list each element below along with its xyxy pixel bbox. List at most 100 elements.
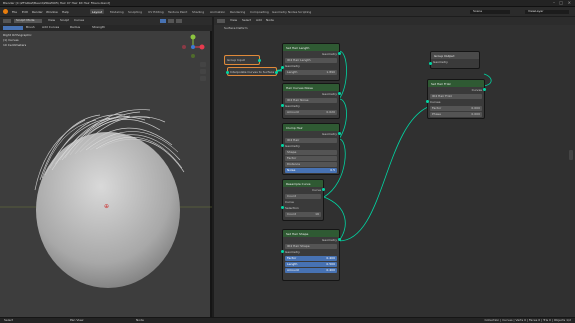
frizz-factor-field[interactable]: Factor 0.000 <box>430 106 482 111</box>
socket-out[interactable] <box>338 238 341 241</box>
noise-value: 0.5 <box>330 168 335 172</box>
socket-in[interactable] <box>281 104 284 107</box>
node-header[interactable]: Resample Curve <box>283 180 323 187</box>
distance-field[interactable]: Distance <box>285 162 337 167</box>
menu-help[interactable]: Help <box>62 10 69 14</box>
count-field[interactable]: Count 16 <box>285 212 321 217</box>
socket-in[interactable] <box>281 66 284 69</box>
scene-selector[interactable]: Scene <box>470 10 510 14</box>
socket-out[interactable] <box>338 132 341 135</box>
status-pan: Pan View <box>70 319 84 322</box>
menu-view[interactable]: View <box>48 19 55 22</box>
socket-out[interactable] <box>338 52 341 55</box>
view-name: Right Orthographic <box>3 34 32 37</box>
mode-selector[interactable]: Count <box>285 194 321 199</box>
socket-out[interactable] <box>258 59 261 62</box>
shape-field[interactable]: Shape <box>285 150 337 155</box>
tab-shading[interactable]: Shading <box>190 9 206 14</box>
tab-geometry-nodes[interactable]: Geometry Nodes <box>270 9 299 14</box>
socket-in[interactable] <box>429 62 432 65</box>
node-set-hair-frizz[interactable]: Set Hair Frizz Curves ID4 Hair Frizz Cur… <box>426 79 486 119</box>
menu-edit[interactable]: Edit <box>22 10 28 14</box>
node-clump-hair[interactable]: Clump Hair Geometry ID4 Hair Geometry Sh… <box>281 123 341 175</box>
node-header[interactable]: Group Output <box>431 52 479 59</box>
tab-scripting[interactable]: Scripting <box>296 9 313 14</box>
menu-render[interactable]: Render <box>32 10 43 14</box>
tab-sculpting[interactable]: Sculpting <box>126 9 144 14</box>
socket-in[interactable] <box>281 144 284 147</box>
node-interpolate[interactable]: Interpolate Curves to Surface <box>226 67 278 76</box>
amount-value: 0.020 <box>326 110 335 114</box>
factor-field[interactable]: Factor <box>285 156 337 161</box>
group-input-label: Group Input <box>227 58 245 62</box>
maximize-icon[interactable]: □ <box>559 1 563 5</box>
amount-field[interactable]: Amount 0.020 <box>285 110 337 115</box>
shape-length-field[interactable]: Length 0.500 <box>285 262 337 267</box>
socket-out[interactable] <box>338 92 341 95</box>
tab-compositing[interactable]: Compositing <box>248 9 271 14</box>
input-curve: Curve <box>285 200 294 204</box>
node-resample-curve[interactable]: Resample Curve Curve Count Curve Selecti… <box>281 179 325 221</box>
node-header[interactable]: Hair Curves Noise <box>283 84 339 91</box>
output-geometry: Geometry <box>322 52 337 56</box>
view-layer-selector[interactable]: ViewLayer <box>525 10 569 14</box>
minimize-icon[interactable]: – <box>553 1 555 5</box>
length-field[interactable]: Length 1.890 <box>285 70 337 75</box>
shading-material-icon[interactable] <box>168 19 174 23</box>
editor-type-icon[interactable] <box>3 19 11 23</box>
input-selection: Selection <box>285 206 299 210</box>
shape-length-label: Length <box>287 262 298 266</box>
socket-in[interactable] <box>281 250 284 253</box>
socket-out[interactable] <box>275 71 278 74</box>
node-group-selector[interactable]: ID4 Hair <box>285 138 337 143</box>
window-title: Blender [C:\ZFGRAZ\Beard\ZRAZ995\ Hair 0… <box>3 2 111 5</box>
tool-label-strength: Strength <box>92 26 105 29</box>
socket-in[interactable] <box>281 206 284 209</box>
shading-solid-icon[interactable] <box>160 19 166 23</box>
sidebar-toggle-icon[interactable] <box>569 150 573 160</box>
interpolate-label: Interpolate Curves to Surface <box>230 70 274 74</box>
node-group-selector[interactable]: ID4 Hair Frizz <box>430 94 482 99</box>
node-group-output[interactable]: Group Output Geometry <box>429 51 480 69</box>
shape-factor-field[interactable]: Factor 0.400 <box>285 256 337 261</box>
close-icon[interactable]: × <box>568 1 571 5</box>
node-hair-noise[interactable]: Hair Curves Noise Geometry ID4 Hair Nois… <box>281 83 341 119</box>
node-group-selector[interactable]: ID4 Hair Noise <box>285 98 337 103</box>
tab-texture-paint[interactable]: Texture Paint <box>166 9 189 14</box>
shape-amount-label: Amount <box>287 268 299 272</box>
socket-out[interactable] <box>483 88 486 91</box>
noise-field[interactable]: Noise 0.5 <box>285 168 337 173</box>
socket-out[interactable] <box>322 188 325 191</box>
node-group-selector[interactable]: ID4 Hair Shape <box>285 244 337 249</box>
menu-file[interactable]: File <box>12 10 17 14</box>
node-set-hair-shape[interactable]: Set Hair Shape Geometry ID4 Hair Shape G… <box>281 229 341 281</box>
node-set-hair-length[interactable]: Set Hair Length Geometry ID4 Hair Length… <box>281 43 341 81</box>
node-header[interactable]: Set Hair Shape <box>283 230 339 237</box>
scale-info: 10 Centimeters <box>3 44 27 47</box>
menu-window[interactable]: Window <box>46 10 58 14</box>
tab-modeling[interactable]: Modeling <box>108 9 126 14</box>
mode-selector[interactable]: Sculpt Mode <box>14 19 42 23</box>
socket-in[interactable] <box>426 100 429 103</box>
navigation-gizmo[interactable] <box>180 34 206 60</box>
socket-in[interactable] <box>226 71 229 74</box>
shape-length-value: 0.500 <box>326 262 335 266</box>
shading-rendered-icon[interactable] <box>176 19 182 23</box>
tab-rendering[interactable]: Rendering <box>228 9 247 14</box>
node-header[interactable]: Set Hair Frizz <box>428 80 484 87</box>
tab-layout[interactable]: Layout <box>90 9 105 14</box>
blender-logo-icon[interactable] <box>3 9 8 14</box>
menu-curves[interactable]: Curves <box>74 19 84 22</box>
shape-amount-field[interactable]: Amount 0.400 <box>285 268 337 273</box>
count-label: Count <box>287 212 296 216</box>
input-curves: Curves <box>430 100 441 104</box>
brush-selector[interactable] <box>3 26 23 30</box>
frizz-phase-field[interactable]: Phase 0.000 <box>430 112 482 117</box>
node-group-selector[interactable]: ID4 Hair Length <box>285 58 337 63</box>
tab-uv-editing[interactable]: UV Editing <box>146 9 166 14</box>
node-header[interactable]: Clump Hair <box>283 124 339 131</box>
node-header[interactable]: Set Hair Length <box>283 44 339 51</box>
menu-sculpt[interactable]: Sculpt <box>60 19 69 22</box>
node-group-input[interactable]: Group Input <box>224 55 261 65</box>
tab-animation[interactable]: Animation <box>208 9 227 14</box>
